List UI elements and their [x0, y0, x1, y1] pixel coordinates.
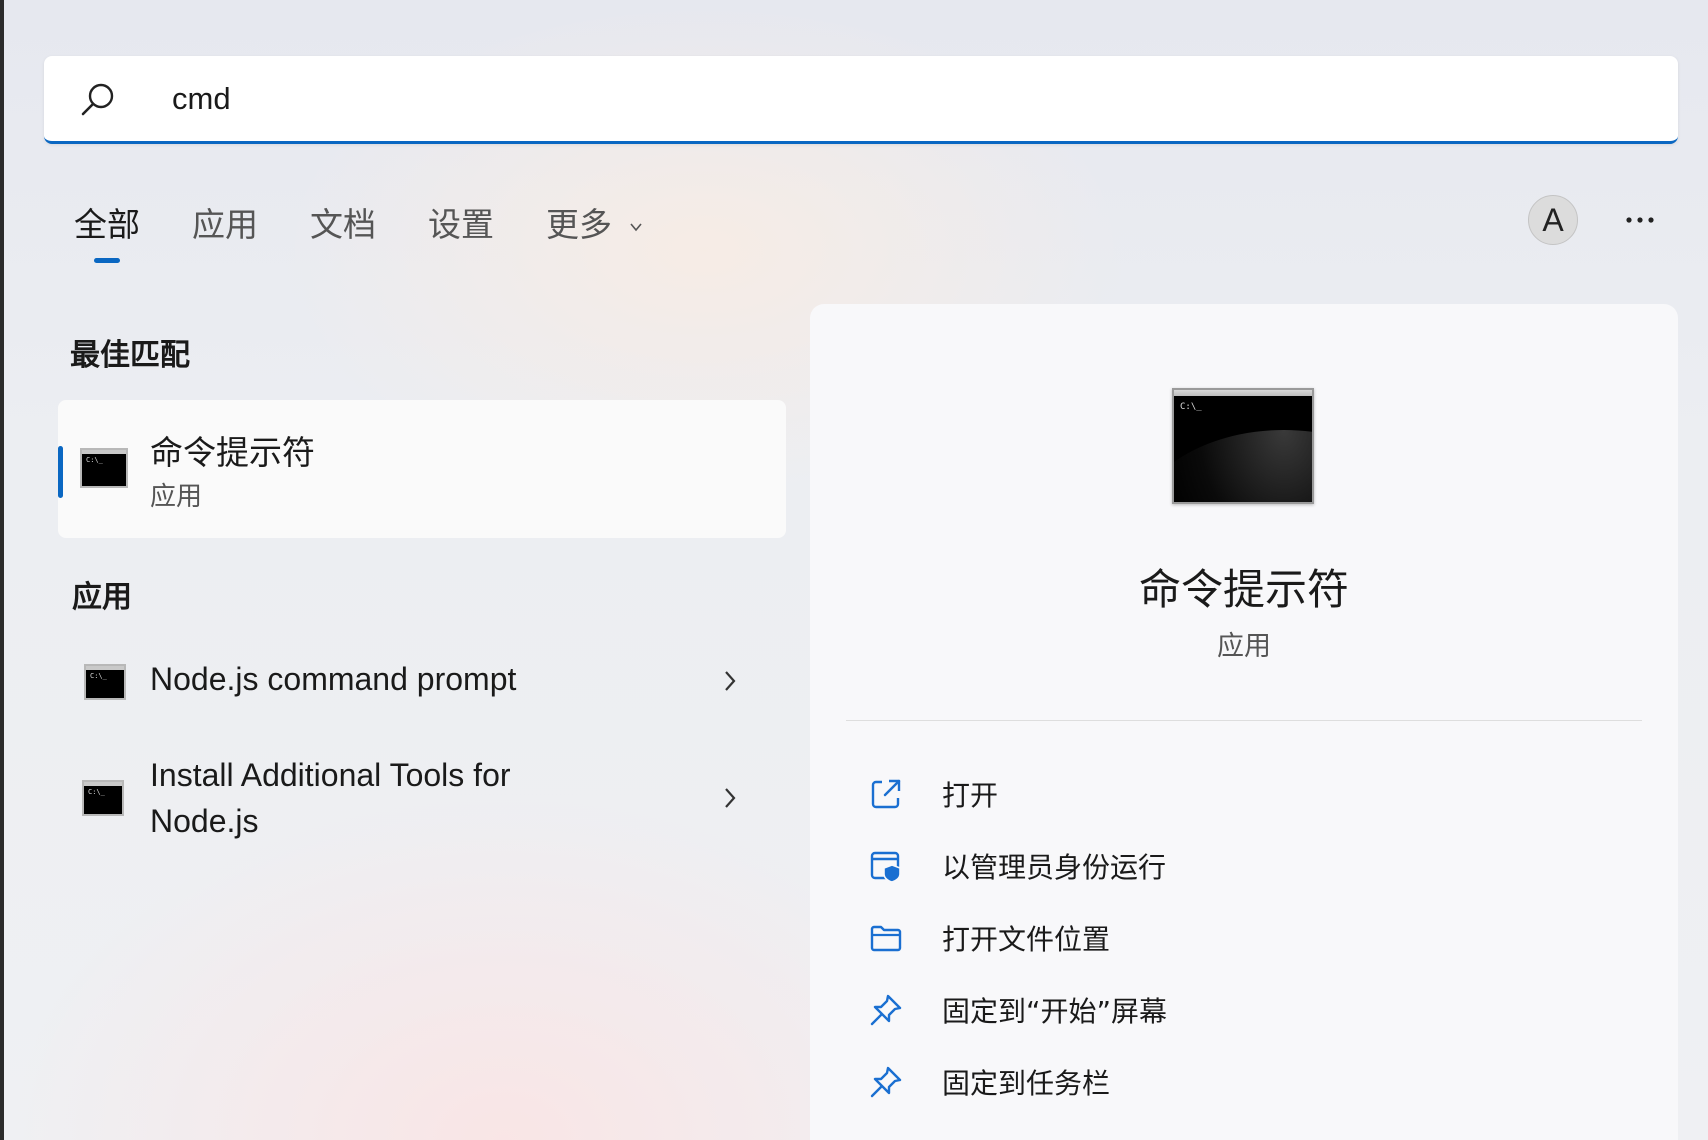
- tab-all[interactable]: 全部: [74, 198, 140, 246]
- tab-label: 设置: [428, 205, 494, 244]
- more-options-icon[interactable]: [1620, 200, 1660, 240]
- search-box[interactable]: [44, 56, 1678, 144]
- command-prompt-icon: C:\_: [84, 664, 126, 700]
- pin-icon: [870, 994, 902, 1026]
- tab-apps[interactable]: 应用: [192, 198, 258, 246]
- best-match-name: 命令提示符: [150, 433, 315, 472]
- search-flyout: 全部 应用 文档 设置 更多 A 最佳匹配 C:\_ 命令提示符: [4, 0, 1708, 1140]
- tab-more[interactable]: 更多: [546, 198, 643, 246]
- chevron-right-icon[interactable]: [722, 668, 738, 694]
- detail-app-name: 命令提示符: [1138, 565, 1349, 614]
- run-as-admin-icon: [870, 851, 901, 883]
- detail-app-type: 应用: [1217, 631, 1271, 662]
- command-prompt-large-icon: C:\_: [1172, 388, 1314, 504]
- app-item-install-additional-tools[interactable]: C:\_ Install Additional Tools for Node.j…: [58, 748, 758, 848]
- selection-indicator: [58, 446, 63, 498]
- tab-label: 应用: [192, 205, 258, 244]
- best-match-heading: 最佳匹配: [70, 338, 190, 373]
- best-match-type: 应用: [150, 482, 203, 512]
- tab-documents[interactable]: 文档: [310, 198, 376, 246]
- action-label: 打开文件位置: [942, 923, 1111, 956]
- app-item-label: Node.js: [150, 803, 259, 839]
- tab-label: 文档: [310, 205, 376, 244]
- action-label: 固定到“开始”屏幕: [942, 995, 1168, 1028]
- action-label: 以管理员身份运行: [942, 851, 1167, 884]
- app-item-nodejs-command-prompt[interactable]: C:\_ Node.js command prompt: [58, 656, 758, 706]
- divider: [846, 720, 1642, 721]
- avatar-initial: A: [1542, 201, 1564, 238]
- tab-label: 全部: [74, 205, 140, 244]
- chevron-down-icon: [629, 222, 642, 231]
- search-icon: [81, 83, 114, 116]
- pin-icon: [870, 1066, 902, 1098]
- active-tab-indicator: [94, 258, 120, 263]
- open-external-icon: [871, 779, 901, 809]
- chevron-right-icon[interactable]: [722, 785, 738, 811]
- action-label: 打开: [942, 779, 999, 812]
- tab-settings[interactable]: 设置: [428, 198, 494, 246]
- apps-heading: 应用: [72, 580, 132, 615]
- search-input[interactable]: [172, 74, 1572, 124]
- action-label: 固定到任务栏: [942, 1067, 1111, 1100]
- command-prompt-icon: C:\_: [80, 448, 128, 488]
- best-match-item[interactable]: C:\_ 命令提示符 应用: [58, 400, 786, 538]
- tab-label: 更多: [546, 205, 612, 244]
- app-item-label: Install Additional Tools for: [150, 757, 511, 793]
- command-prompt-icon: C:\_: [82, 780, 124, 816]
- folder-icon: [870, 925, 902, 952]
- account-avatar[interactable]: A: [1528, 195, 1578, 245]
- detail-pane: C:\_ 命令提示符 应用 打开 以管理员身份运行 打开文件位置 固定到“开始”…: [810, 304, 1678, 1140]
- app-item-label: Node.js command prompt: [150, 661, 517, 697]
